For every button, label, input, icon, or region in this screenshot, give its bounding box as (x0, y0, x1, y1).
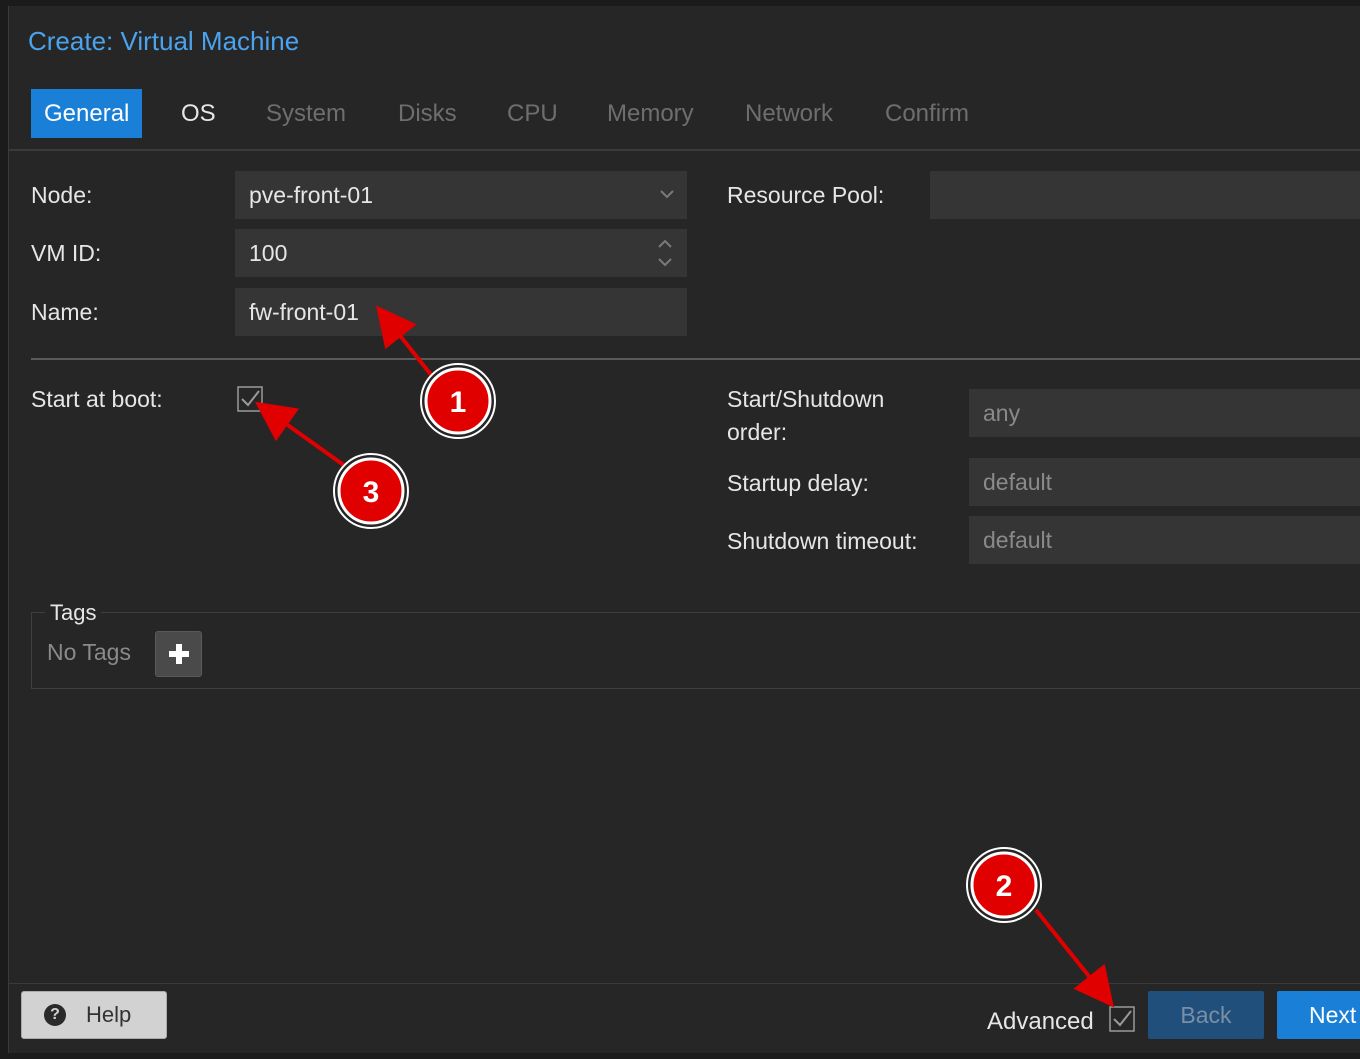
start-at-boot-label: Start at boot: (31, 386, 163, 412)
tab-confirm: Confirm (885, 100, 970, 127)
plus-icon (169, 644, 189, 664)
node-value: pve-front-01 (249, 182, 374, 208)
start-shutdown-order-input[interactable]: any (969, 389, 1360, 437)
tab-cpu: CPU (507, 100, 558, 127)
tab-system: System (266, 100, 347, 127)
tab-network: Network (745, 100, 834, 127)
name-label: Name: (31, 299, 99, 325)
tab-disks: Disks (398, 100, 457, 127)
vmid-input[interactable]: 100 (235, 229, 687, 277)
spinner-icon[interactable] (657, 235, 673, 271)
dialog-title: Create: Virtual Machine (28, 26, 300, 56)
start-at-boot-checkbox[interactable] (237, 386, 263, 412)
shutdown-timeout-placeholder: default (983, 527, 1053, 553)
vmid-value: 100 (249, 240, 288, 266)
shutdown-timeout-label: Shutdown timeout: (727, 528, 918, 554)
help-button[interactable]: ? Help (21, 991, 167, 1039)
section-divider (31, 358, 1360, 360)
advanced-checkbox[interactable] (1109, 1006, 1135, 1032)
no-tags-text: No Tags (47, 639, 131, 665)
node-select[interactable]: pve-front-01 (235, 171, 687, 219)
help-label: Help (86, 1002, 132, 1027)
resource-pool-select[interactable] (930, 171, 1360, 219)
node-label: Node: (31, 182, 93, 208)
tags-fieldset (31, 612, 1360, 689)
tab-memory: Memory (607, 100, 694, 127)
startup-delay-placeholder: default (983, 469, 1053, 495)
tags-legend: Tags (45, 600, 102, 626)
add-tag-button[interactable] (155, 631, 202, 677)
chevron-down-icon[interactable] (659, 171, 675, 237)
next-button[interactable]: Next (1277, 991, 1360, 1039)
create-vm-dialog: Create: Virtual Machine General OS Syste… (8, 6, 1360, 1053)
resource-pool-label: Resource Pool: (727, 182, 885, 208)
footer-divider (9, 983, 1360, 984)
start-shutdown-order-label-line2: order: (727, 419, 788, 445)
back-button[interactable]: Back (1148, 991, 1264, 1039)
start-shutdown-order-label-line1: Start/Shutdown (727, 386, 885, 412)
tab-divider (9, 149, 1360, 151)
shutdown-timeout-input[interactable]: default (969, 516, 1360, 564)
tab-os[interactable]: OS (168, 89, 229, 138)
name-input[interactable]: fw-front-01 (235, 288, 687, 336)
startup-delay-label: Startup delay: (727, 470, 869, 496)
tab-general[interactable]: General (31, 89, 143, 138)
startup-delay-input[interactable]: default (969, 458, 1360, 506)
advanced-label: Advanced (987, 1008, 1094, 1035)
vmid-label: VM ID: (31, 240, 102, 266)
question-circle-icon: ? (44, 1004, 66, 1026)
start-shutdown-order-placeholder: any (983, 400, 1021, 426)
name-value: fw-front-01 (249, 299, 359, 325)
